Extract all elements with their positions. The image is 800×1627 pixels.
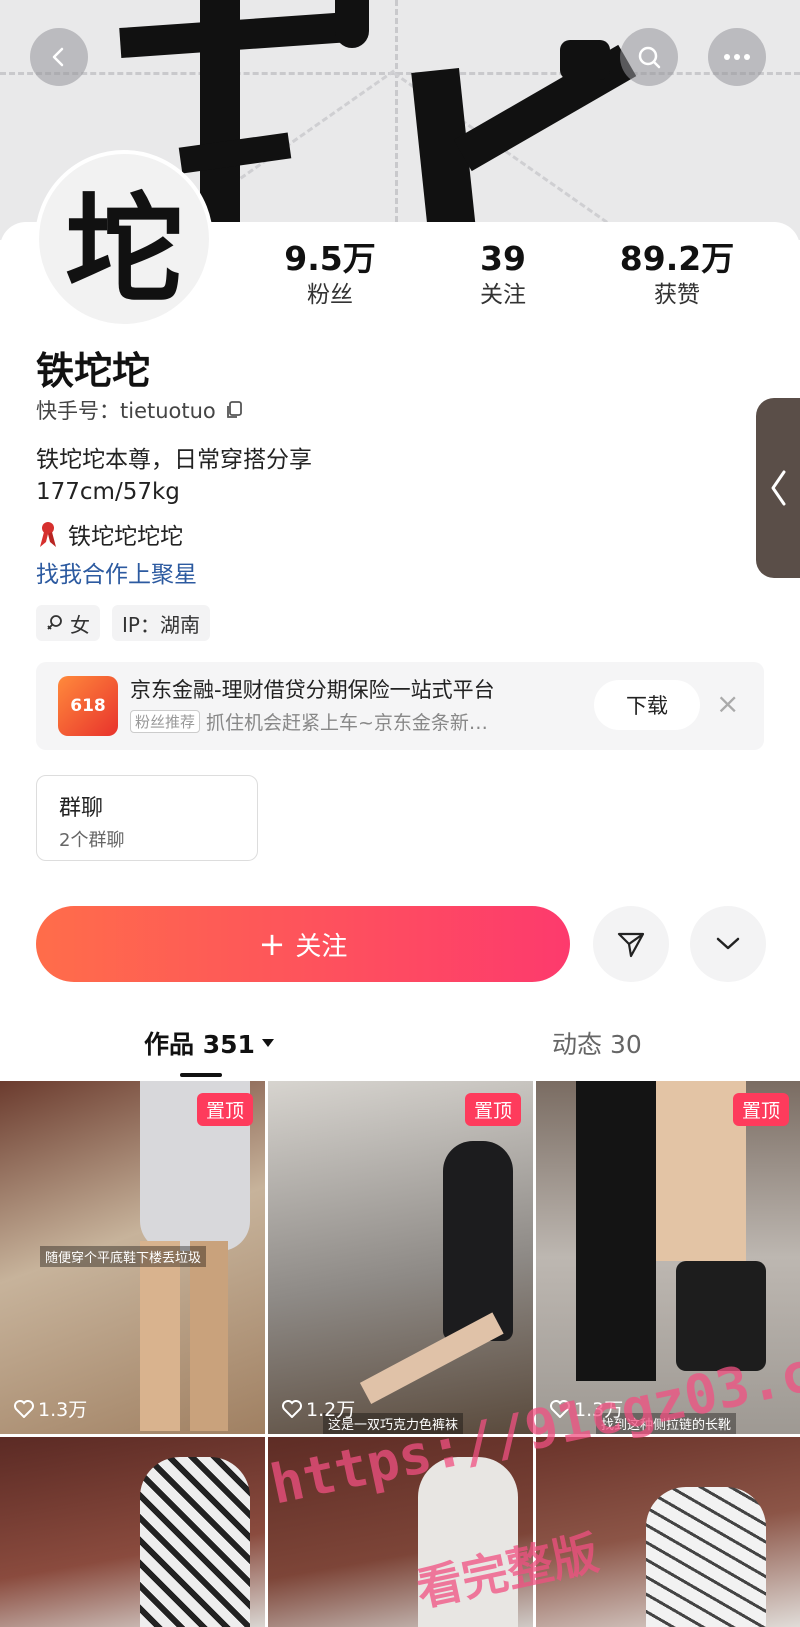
figure-shape	[140, 1457, 250, 1627]
send-message-button[interactable]	[593, 906, 669, 982]
more-button[interactable]	[708, 28, 766, 86]
figure-shape	[576, 1081, 656, 1381]
gender-tag: 女	[36, 605, 100, 641]
ip-tag: IP：湖南	[112, 605, 210, 641]
stat-value: 9.5万	[284, 239, 376, 278]
figure-shape	[443, 1141, 513, 1341]
ad-logo: 618	[58, 676, 118, 736]
calligraphy-stroke	[335, 0, 369, 48]
ad-logo-text: 618	[70, 696, 106, 716]
chevron-left-icon	[52, 47, 64, 67]
stat-following[interactable]: 39 关注	[428, 238, 578, 310]
bio-line: 铁坨坨本尊，日常穿搭分享	[36, 447, 312, 473]
bio-line: 177cm/57kg	[36, 479, 180, 505]
group-chat-count: 2个群聊	[59, 830, 125, 851]
gender-tag-label: 女	[70, 612, 90, 637]
like-count-text: 1.3万	[38, 1399, 88, 1421]
stat-label: 获赞	[654, 282, 700, 308]
figure-shape	[646, 1487, 766, 1627]
like-count: 1.3万	[14, 1395, 87, 1422]
pinned-badge: 置顶	[196, 1093, 253, 1126]
group-chat-title: 群聊	[59, 796, 104, 821]
stat-label: 粉丝	[307, 282, 353, 308]
stat-likes[interactable]: 89.2万 获赞	[602, 238, 752, 310]
heart-icon	[282, 1399, 302, 1418]
copy-icon[interactable]	[224, 400, 244, 420]
send-icon	[617, 932, 645, 958]
ad-subtitle: 粉丝推荐 抓住机会赶紧上车~京东金条新…	[130, 708, 488, 735]
figure-shape	[190, 1241, 228, 1431]
user-id: 快手号：tietuotuo	[36, 395, 244, 425]
follow-button[interactable]: + 关注	[36, 906, 570, 982]
ad-subtitle-text: 抓住机会赶紧上车~京东金条新…	[206, 712, 488, 734]
search-button[interactable]	[620, 28, 678, 86]
avatar[interactable]: 坨	[35, 150, 213, 328]
red-ribbon-icon	[40, 522, 56, 547]
profile-tags: 女 IP：湖南	[36, 605, 210, 641]
tab-works-label: 作品 351	[144, 1030, 255, 1059]
like-count-text: 1.2万	[306, 1399, 356, 1421]
video-thumbnail[interactable]: 置顶 随便穿个平底鞋下楼丢垃圾 1.3万	[0, 1081, 265, 1434]
video-thumbnail[interactable]: 置顶 这是一双巧克力色裤袜 1.2万	[268, 1081, 533, 1434]
like-count: 1.2万	[282, 1395, 355, 1422]
side-drawer-handle[interactable]	[756, 398, 800, 578]
more-options-button[interactable]	[690, 906, 766, 982]
profile-name: 铁坨坨	[36, 349, 151, 393]
group-chat-card[interactable]: 群聊 2个群聊	[36, 775, 258, 861]
figure-shape	[140, 1241, 180, 1431]
follow-label: 关注	[295, 931, 348, 962]
caret-down-icon	[261, 1039, 274, 1047]
stat-followers[interactable]: 9.5万 粉丝	[255, 238, 405, 310]
video-caption: 随便穿个平底鞋下楼丢垃圾	[40, 1246, 207, 1267]
bio-line-text: 铁坨坨坨坨	[68, 524, 183, 550]
stat-value: 89.2万	[619, 239, 735, 278]
tab-works[interactable]: 作品 351	[144, 1025, 275, 1061]
heart-icon	[14, 1399, 34, 1418]
plus-icon: +	[258, 925, 286, 963]
ad-download-button[interactable]: 下载	[594, 680, 700, 730]
stat-label: 关注	[480, 282, 526, 308]
female-icon	[47, 615, 62, 630]
tab-moments[interactable]: 动态 30	[552, 1025, 642, 1061]
pinned-badge: 置顶	[732, 1093, 789, 1126]
calligraphy-stroke	[560, 40, 610, 80]
chevron-down-icon	[716, 937, 740, 950]
ad-badge: 粉丝推荐	[130, 710, 201, 733]
more-dots-icon	[724, 54, 750, 60]
banner-guide-line	[395, 0, 398, 240]
search-icon	[638, 46, 661, 69]
avatar-char: 坨	[64, 179, 183, 319]
active-tab-indicator	[180, 1073, 222, 1077]
stat-value: 39	[480, 239, 526, 278]
bio-line-ribbon: 铁坨坨坨坨	[36, 517, 183, 551]
chevron-left-icon	[771, 470, 786, 506]
collab-link[interactable]: 找我合作上聚星	[36, 555, 197, 589]
user-id-text: 快手号：tietuotuo	[36, 399, 216, 423]
back-button[interactable]	[30, 28, 88, 86]
pinned-badge: 置顶	[464, 1093, 521, 1126]
ad-banner[interactable]: 618 京东金融-理财借贷分期保险一站式平台 粉丝推荐 抓住机会赶紧上车~京东金…	[36, 662, 764, 750]
close-icon[interactable]: ×	[716, 684, 739, 724]
figure-shape	[359, 1312, 504, 1405]
ip-tag-label: IP：湖南	[122, 612, 200, 637]
video-thumbnail[interactable]	[0, 1437, 265, 1627]
ad-title: 京东金融-理财借贷分期保险一站式平台	[130, 678, 495, 702]
